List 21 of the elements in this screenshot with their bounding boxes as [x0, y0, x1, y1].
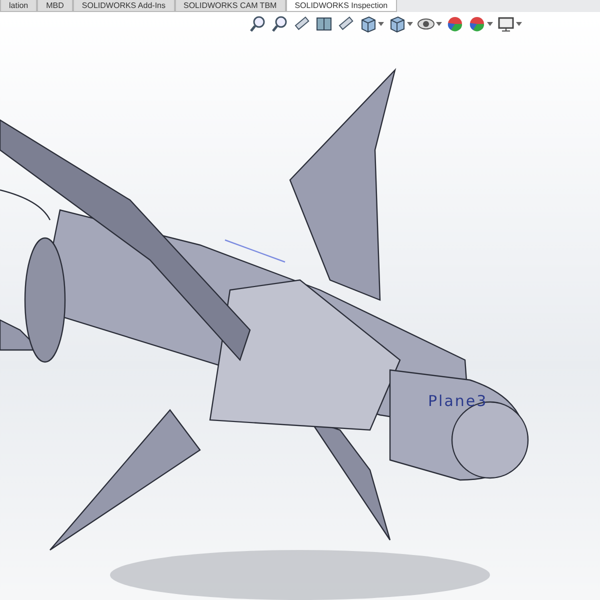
cube-icon	[388, 15, 406, 33]
caret-icon	[486, 21, 492, 27]
ribbon-tab[interactable]: SOLIDWORKS CAM TBM	[174, 0, 286, 12]
cube-icon	[358, 15, 376, 33]
plane-label: Plane3	[428, 392, 488, 410]
magnifier-icon	[248, 15, 266, 33]
monitor-icon	[496, 15, 514, 33]
magnifier-icon	[270, 15, 288, 33]
ribbon-tab[interactable]: SOLIDWORKS Inspection	[286, 0, 397, 12]
caret-icon	[516, 21, 522, 27]
ribbon-tab[interactable]: lation	[0, 0, 38, 12]
caret-icon	[406, 21, 412, 27]
color-wheel-icon	[446, 15, 464, 33]
color-wheel-icon	[468, 15, 486, 33]
caret-icon	[436, 21, 442, 27]
view-toolbar-button[interactable]	[248, 14, 268, 34]
ribbon-tab[interactable]: SOLIDWORKS Add-Ins	[72, 0, 174, 12]
ribbon-tab[interactable]: MBD	[37, 0, 73, 12]
caret-icon	[378, 21, 384, 27]
view-toolbar-button[interactable]	[270, 14, 290, 34]
section-icon	[314, 15, 332, 33]
